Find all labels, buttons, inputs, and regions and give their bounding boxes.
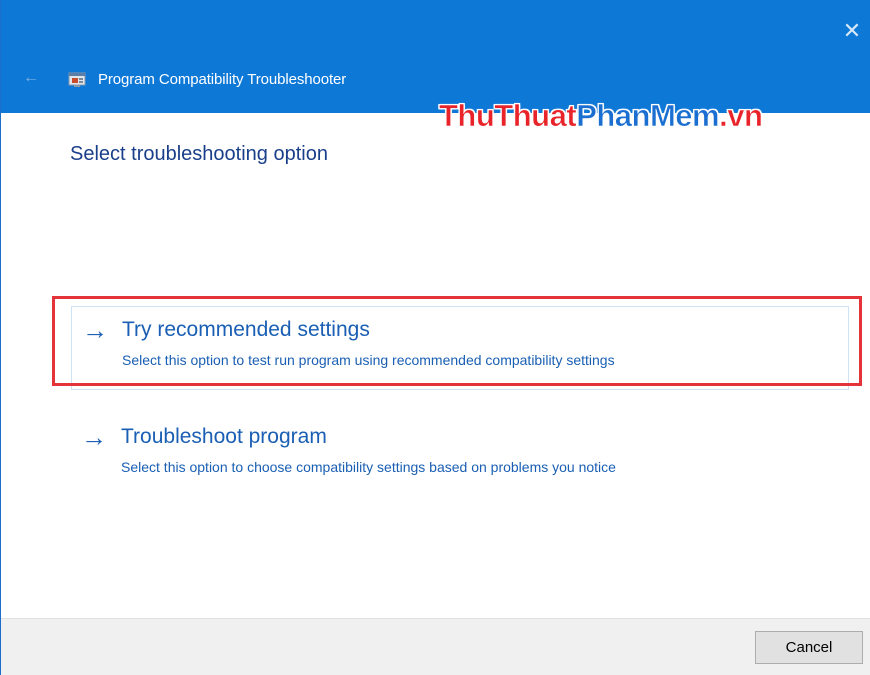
option-title: Troubleshoot program [121,425,327,448]
back-arrow-icon[interactable]: ← [23,68,43,88]
arrow-right-icon: → [82,315,108,345]
option-description: Select this option to choose compatibili… [121,459,616,475]
option-troubleshoot-program[interactable]: → Troubleshoot program Select this optio… [71,414,849,498]
troubleshooter-window: ✕ ← Program Compatibility Troubleshooter… [0,0,870,675]
watermark-part-2: PhanMem [576,98,720,134]
arrow-right-icon: → [81,422,107,452]
window-title: Program Compatibility Troubleshooter [98,71,347,88]
watermark-part-3: .vn [719,98,763,134]
footer-bar [1,618,870,675]
watermark-part-1: ThuThuat [439,98,577,134]
page-heading: Select troubleshooting option [70,143,328,165]
option-title: Try recommended settings [122,318,370,341]
option-description: Select this option to test run program u… [122,352,615,368]
title-bar: ✕ ← Program Compatibility Troubleshooter [1,0,870,113]
cancel-button[interactable]: Cancel [755,631,863,664]
option-try-recommended-settings[interactable]: → Try recommended settings Select this o… [71,306,849,390]
close-icon[interactable]: ✕ [839,18,865,44]
troubleshooter-app-icon [68,72,86,87]
watermark-logo: ThuThuatPhanMem.vn [439,98,764,138]
